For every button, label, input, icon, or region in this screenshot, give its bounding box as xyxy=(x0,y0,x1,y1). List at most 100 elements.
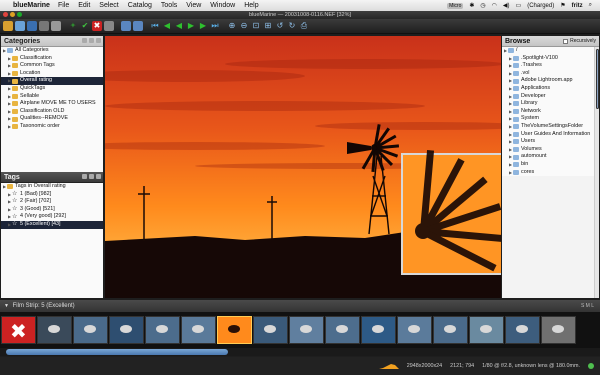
browse-item[interactable]: ▶ / xyxy=(502,47,599,55)
zoom-window-icon[interactable] xyxy=(17,12,22,17)
filmstrip-thumbnail[interactable] xyxy=(541,316,576,344)
gallery-icon[interactable] xyxy=(15,21,25,31)
menu-file[interactable]: File xyxy=(58,2,69,9)
spotlight-icon[interactable]: ⌕ xyxy=(589,2,592,9)
filmstrip-thumbnail[interactable] xyxy=(325,316,360,344)
first-icon[interactable]: ⏮ xyxy=(150,21,160,31)
browse-item[interactable]: ▶ .Trashes xyxy=(502,62,599,70)
category-item[interactable]: ▶ Sellable xyxy=(1,93,103,101)
category-item[interactable]: ▶ All Categories xyxy=(1,47,103,55)
zoom-actual-icon[interactable]: ⊞ xyxy=(263,21,273,31)
browse-item[interactable]: ▶ Users xyxy=(502,138,599,146)
folder-icon[interactable] xyxy=(3,21,13,31)
browse-item[interactable]: ▶ bin xyxy=(502,161,599,169)
zoom-out-icon[interactable]: ⊖ xyxy=(239,21,249,31)
thumbnail-size-controls[interactable]: S M L xyxy=(581,300,594,312)
filmstrip-thumbnail[interactable] xyxy=(73,316,108,344)
browse-item[interactable]: ▶ .Spotlight-V100 xyxy=(502,55,599,63)
fit-icon[interactable] xyxy=(133,21,143,31)
category-item[interactable]: ▶ Common Tags xyxy=(1,62,103,70)
filmstrip-thumbnail[interactable] xyxy=(505,316,540,344)
browse-item[interactable]: ▶ automount xyxy=(502,153,599,161)
filmstrip-thumbnail[interactable] xyxy=(397,316,432,344)
menu-select[interactable]: Select xyxy=(99,2,118,9)
browse-item[interactable]: ▶ TheVolumeSettingsFolder xyxy=(502,123,599,131)
rotate-right-icon[interactable]: ↻ xyxy=(287,21,297,31)
browse-item[interactable]: ▶ Volumes xyxy=(502,146,599,154)
app-menu[interactable]: blueMarine xyxy=(13,2,50,9)
browse-item[interactable]: ▶ Network xyxy=(502,108,599,116)
filmstrip-thumbnail[interactable] xyxy=(469,316,504,344)
clock-icon[interactable]: ◷ xyxy=(480,2,485,9)
reject-thumbnail[interactable]: ✖ xyxy=(1,316,36,344)
filmstrip-thumbnail[interactable] xyxy=(433,316,468,344)
menu-catalog[interactable]: Catalog xyxy=(128,2,152,9)
zoom-in-icon[interactable]: ⊕ xyxy=(227,21,237,31)
fullscreen-icon[interactable] xyxy=(121,21,131,31)
category-item[interactable]: ▶ Qualities--REMOVE xyxy=(1,115,103,123)
grid-icon[interactable] xyxy=(39,21,49,31)
add-tag-icon[interactable] xyxy=(82,174,87,179)
flag-icon[interactable]: ⚑ xyxy=(560,2,565,9)
browse-scrollbar[interactable] xyxy=(594,47,599,298)
next-icon[interactable]: ▶ xyxy=(198,21,208,31)
menu-tools[interactable]: Tools xyxy=(161,2,177,9)
forward-icon[interactable]: ▶ xyxy=(186,21,196,31)
rotate-left-icon[interactable]: ↺ xyxy=(275,21,285,31)
volume-icon[interactable]: ◀) xyxy=(503,2,510,9)
browse-item[interactable]: ▶ Adobe Lightroom.app xyxy=(502,77,599,85)
scrollbar-thumb[interactable] xyxy=(6,349,228,355)
filmstrip-thumbnail[interactable] xyxy=(37,316,72,344)
tag-item[interactable]: ▶ Tags in Overall rating xyxy=(1,183,103,191)
status-badge[interactable]: Micro xyxy=(447,2,464,9)
browse-item[interactable]: ▶ Applications xyxy=(502,85,599,93)
filmstrip-thumbnail[interactable] xyxy=(253,316,288,344)
recursively-checkbox[interactable]: Recursively xyxy=(563,36,596,47)
filmstrip-thumbnail[interactable] xyxy=(217,316,252,344)
close-window-icon[interactable] xyxy=(3,12,8,17)
bluetooth-icon[interactable]: ✱ xyxy=(469,2,474,9)
check-icon[interactable]: ✔ xyxy=(80,21,90,31)
category-item[interactable]: ▶ Overall rating xyxy=(1,77,103,85)
filmstrip-thumbnail[interactable] xyxy=(181,316,216,344)
close-panel-icon[interactable] xyxy=(96,38,101,43)
scrollbar-thumb[interactable] xyxy=(596,49,599,109)
last-icon[interactable]: ⏭ xyxy=(210,21,220,31)
disclosure-icon[interactable]: ▼ xyxy=(4,300,9,312)
browse-item[interactable]: ▶ Library xyxy=(502,100,599,108)
compare-icon[interactable] xyxy=(104,21,114,31)
image-viewer[interactable] xyxy=(105,36,501,298)
zoom-fit-icon[interactable]: ⊡ xyxy=(251,21,261,31)
category-item[interactable]: ▶ Airplane MOVE ME TO USERS xyxy=(1,100,103,108)
category-item[interactable]: ▶ Classification OLD xyxy=(1,108,103,116)
filmstrip-thumbnail[interactable] xyxy=(145,316,180,344)
back-icon[interactable]: ◀ xyxy=(174,21,184,31)
tag-icon[interactable] xyxy=(27,21,37,31)
add-category-icon[interactable] xyxy=(82,38,87,43)
star-icon[interactable]: ✦ xyxy=(68,21,78,31)
category-item[interactable]: ▶ Taxonomic order xyxy=(1,123,103,131)
browse-item[interactable]: ▶ System xyxy=(502,115,599,123)
filmstrip-thumbnail[interactable] xyxy=(361,316,396,344)
browse-item[interactable]: ▶ cores xyxy=(502,169,599,177)
tag-item[interactable]: ▶ ☆ 2 (Fair) [702] xyxy=(1,198,103,206)
battery-icon[interactable]: ▭ xyxy=(516,2,522,9)
previous-icon[interactable]: ◀ xyxy=(162,21,172,31)
filmstrip-scrollbar[interactable] xyxy=(0,348,600,356)
filmstrip-thumbnail[interactable] xyxy=(289,316,324,344)
list-icon[interactable] xyxy=(51,21,61,31)
checkbox-box[interactable] xyxy=(563,39,569,44)
category-item[interactable]: ▶ QuickTags xyxy=(1,85,103,93)
tag-item[interactable]: ▶ ☆ 4 (Very good) [292] xyxy=(1,213,103,221)
tag-item[interactable]: ▶ ☆ 3 (Good) [521] xyxy=(1,206,103,214)
remove-category-icon[interactable] xyxy=(89,38,94,43)
browse-item[interactable]: ▶ User Guides And Information xyxy=(502,131,599,139)
category-item[interactable]: ▶ Classification xyxy=(1,55,103,63)
user-menu[interactable]: fritz xyxy=(572,3,583,9)
menu-view[interactable]: View xyxy=(186,2,201,9)
category-item[interactable]: ▶ Location xyxy=(1,70,103,78)
remove-tag-icon[interactable] xyxy=(89,174,94,179)
wifi-icon[interactable]: ◠ xyxy=(492,2,497,9)
filmstrip-thumbnail[interactable] xyxy=(109,316,144,344)
print-icon[interactable]: ⎙ xyxy=(299,21,309,31)
